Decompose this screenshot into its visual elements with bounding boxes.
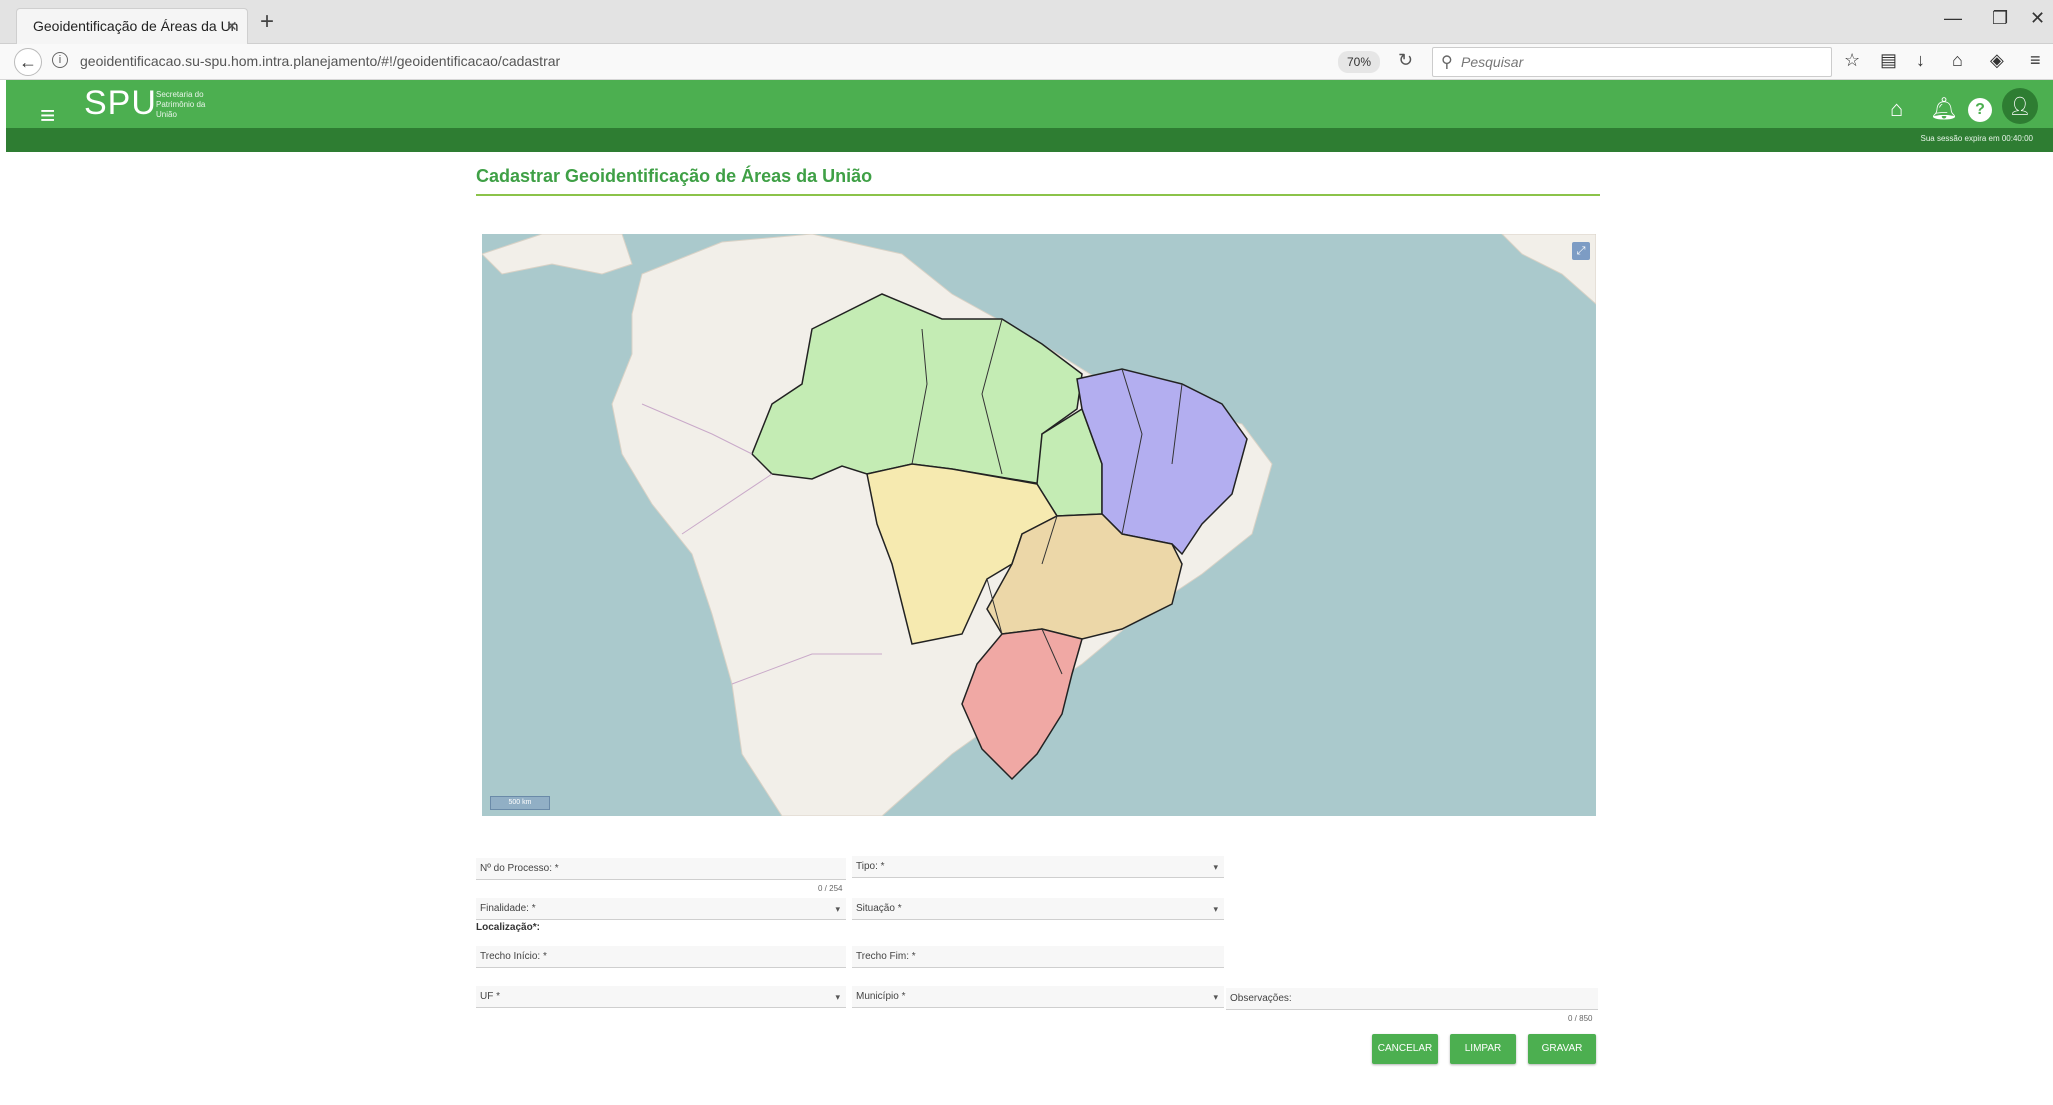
central-america-landmass — [482, 234, 633, 275]
chevron-down-icon: ▾ — [1213, 904, 1218, 914]
title-divider — [476, 194, 1600, 196]
clear-button[interactable]: LIMPAR — [1450, 1034, 1516, 1064]
municipio-label: Município * — [856, 991, 906, 1002]
reload-icon[interactable]: ↻ — [1398, 50, 1413, 71]
browser-tab-bar: Geoidentificação de Áreas da Un × + — ❐ … — [0, 0, 2053, 44]
close-tab-icon[interactable]: × — [226, 9, 237, 43]
trecho-fim-input[interactable]: Trecho Fim: * — [852, 946, 1224, 968]
browser-tab[interactable]: Geoidentificação de Áreas da Un × — [16, 8, 248, 44]
session-timer: Sua sessão expira em 00:40:00 — [1920, 134, 2033, 143]
localizacao-label: Localização*: — [476, 922, 540, 933]
finalidade-select[interactable]: Finalidade: * ▾ — [476, 898, 846, 920]
tab-title: Geoidentificação de Áreas da Un — [33, 18, 239, 34]
trecho-inicio-label: Trecho Início: * — [480, 951, 547, 962]
tipo-select[interactable]: Tipo: * ▾ — [852, 856, 1224, 878]
uf-label: UF * — [480, 991, 500, 1002]
browser-nav-bar: ← i geoidentificacao.su-spu.hom.intra.pl… — [0, 44, 2053, 80]
observacoes-counter: 0 / 850 — [1568, 1014, 1593, 1023]
processo-label: Nº do Processo: * — [480, 863, 559, 874]
restore-icon[interactable]: ❐ — [1992, 8, 2008, 29]
chevron-down-icon: ▾ — [1213, 862, 1218, 872]
tipo-label: Tipo: * — [856, 861, 885, 872]
back-icon[interactable]: ← — [14, 48, 42, 76]
app-header: ≡ SPU Secretaria do Patrimônio da União … — [6, 80, 2053, 152]
chevron-down-icon: ▾ — [835, 992, 840, 1002]
chevron-down-icon: ▾ — [835, 904, 840, 914]
map-view[interactable]: 500 km ⤢ — [482, 234, 1596, 816]
new-tab-icon[interactable]: + — [260, 8, 274, 36]
hamburger-menu-icon[interactable]: ≡ — [40, 100, 55, 131]
home-browser-icon[interactable]: ⌂ — [1952, 50, 1963, 71]
notification-bell-icon[interactable]: 🔔︎ — [1930, 96, 1958, 122]
situacao-select[interactable]: Situação * ▾ — [852, 898, 1224, 920]
search-icon: ⚲ — [1441, 54, 1453, 71]
header-subbar — [6, 128, 2053, 152]
fullscreen-icon[interactable]: ⤢ — [1572, 242, 1590, 260]
menu-icon[interactable]: ≡ — [2030, 50, 2041, 71]
bookmark-star-icon[interactable]: ☆ — [1844, 50, 1860, 71]
zoom-level[interactable]: 70% — [1338, 51, 1380, 73]
save-button[interactable]: GRAVAR — [1528, 1034, 1596, 1064]
observacoes-label: Observações: — [1230, 993, 1292, 1004]
browser-search-input[interactable]: ⚲ Pesquisar — [1432, 47, 1832, 77]
cancel-button[interactable]: CANCELAR — [1372, 1034, 1438, 1064]
page-title: Cadastrar Geoidentificação de Áreas da U… — [476, 166, 873, 186]
uf-select[interactable]: UF * ▾ — [476, 986, 846, 1008]
user-avatar-icon[interactable]: 👤︎ — [2002, 88, 2038, 124]
chevron-down-icon: ▾ — [1213, 992, 1218, 1002]
logo-subtitle: Secretaria do Patrimônio da União — [156, 90, 206, 119]
trecho-inicio-input[interactable]: Trecho Início: * — [476, 946, 846, 968]
home-icon[interactable]: ⌂ — [1890, 96, 1903, 122]
info-icon[interactable]: i — [52, 52, 68, 68]
finalidade-label: Finalidade: * — [480, 903, 536, 914]
close-window-icon[interactable]: ✕ — [2030, 8, 2045, 29]
download-icon[interactable]: ↓ — [1916, 50, 1925, 71]
map-canvas[interactable] — [482, 234, 1596, 816]
minimize-icon[interactable]: — — [1944, 8, 1962, 29]
clipboard-icon[interactable]: ▤ — [1880, 50, 1897, 71]
map-scale-bar: 500 km — [490, 796, 550, 810]
processo-counter: 0 / 254 — [818, 884, 843, 893]
municipio-select[interactable]: Município * ▾ — [852, 986, 1224, 1008]
observacoes-input[interactable]: Observações: — [1226, 988, 1598, 1010]
trecho-fim-label: Trecho Fim: * — [856, 951, 916, 962]
address-bar[interactable]: geoidentificacao.su-spu.hom.intra.planej… — [80, 53, 560, 69]
pocket-icon[interactable]: ◈ — [1990, 50, 2004, 71]
processo-input[interactable]: Nº do Processo: * — [476, 858, 846, 880]
spu-logo[interactable]: SPU — [84, 84, 157, 123]
help-icon[interactable]: ? — [1968, 98, 1992, 122]
search-placeholder: Pesquisar — [1461, 54, 1524, 70]
situacao-label: Situação * — [856, 903, 902, 914]
